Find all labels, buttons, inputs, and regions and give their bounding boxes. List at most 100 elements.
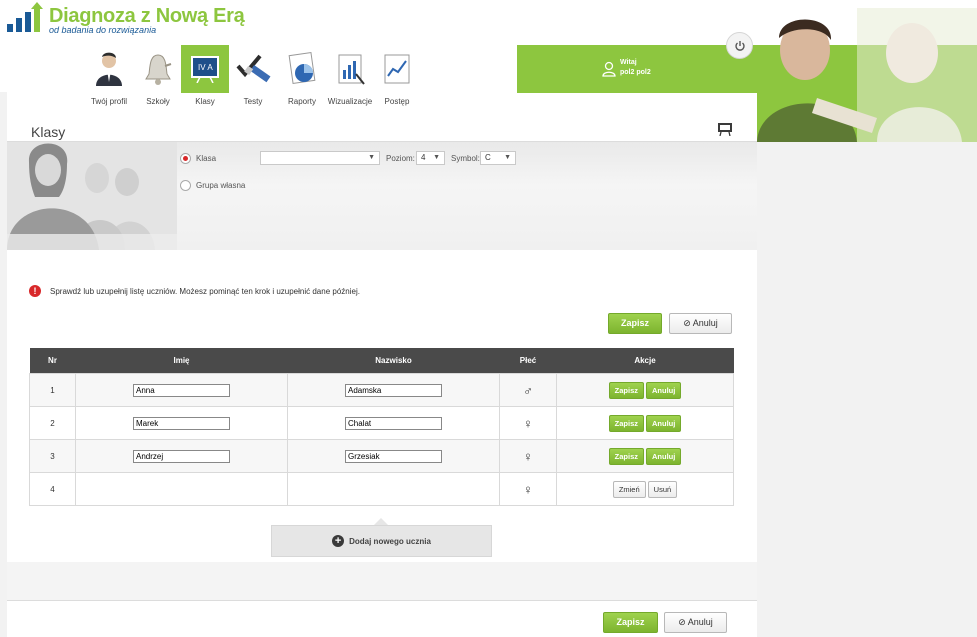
save-button-bottom[interactable]: Zapisz	[603, 612, 658, 633]
row-number: 3	[29, 439, 76, 473]
nav-item-profile[interactable]: Twój profil	[85, 45, 133, 113]
last-name-input[interactable]	[345, 416, 442, 430]
nav-label: Klasy	[195, 97, 215, 106]
gender-female-icon: ♀	[499, 472, 557, 506]
row-number: 4	[29, 472, 76, 506]
column-header-first-name: Imię	[75, 348, 288, 374]
plus-icon: +	[332, 535, 345, 547]
filter-panel: Klasa Grupa własna ▼ Poziom: 4 ▼ Symbol:…	[7, 142, 757, 250]
cancel-label: Anuluj	[687, 617, 713, 627]
gender-male-icon[interactable]: ♂	[499, 373, 557, 407]
welcome-greeting: Witaj	[620, 59, 637, 66]
welcome-username: pol2 pol2	[620, 69, 651, 76]
level-select-value: 4	[421, 153, 426, 162]
page-title: Klasy	[31, 124, 66, 140]
gender-female-icon[interactable]: ♀	[499, 406, 557, 440]
power-icon	[734, 40, 745, 51]
radio-custom-group[interactable]	[180, 180, 191, 191]
row-number: 1	[29, 373, 76, 407]
last-name-cell	[287, 406, 500, 440]
actions-cell: Zmień Usuń	[556, 472, 734, 506]
symbol-select[interactable]: C ▼	[480, 151, 516, 165]
header-photo	[757, 8, 977, 142]
table-row: 2 ♀ ZapiszAnuluj	[29, 406, 734, 440]
chevron-down-icon: ▼	[433, 154, 440, 161]
last-name-cell	[287, 472, 500, 506]
table-row: 4 ♀ Zmień Usuń	[29, 472, 734, 506]
nav-label: Twój profil	[90, 97, 127, 106]
user-icon	[602, 61, 616, 77]
welcome-label: Witaj pol2 pol2	[620, 58, 651, 78]
level-select[interactable]: 4 ▼	[416, 151, 445, 165]
row-delete-button[interactable]: Usuń	[647, 480, 678, 498]
nav-item-visualizations[interactable]: Wizualizacje	[326, 45, 374, 113]
row-number: 2	[29, 406, 76, 440]
report-pie-icon	[288, 52, 316, 84]
alert-icon: !	[29, 285, 41, 297]
radio-custom-group-label: Grupa własna	[196, 181, 246, 190]
svg-text:IV A: IV A	[198, 63, 213, 72]
last-name-cell	[287, 373, 500, 407]
cancel-label: Anuluj	[692, 318, 718, 328]
first-name-input[interactable]	[133, 383, 230, 397]
symbol-select-value: C	[485, 153, 491, 162]
app-subtitle: od badania do rozwiązania	[49, 25, 157, 35]
class-select[interactable]: ▼	[260, 151, 380, 165]
nav-item-schools[interactable]: Szkoły	[134, 45, 182, 113]
row-cancel-button[interactable]: Anuluj	[646, 414, 682, 432]
row-change-button[interactable]: Zmień	[612, 480, 646, 498]
nav-label: Szkoły	[146, 97, 170, 106]
visualization-icon	[338, 54, 365, 85]
first-name-input[interactable]	[133, 416, 230, 430]
first-name-cell	[75, 406, 288, 440]
row-cancel-button[interactable]: Anuluj	[646, 447, 682, 465]
user-profile-icon	[96, 52, 122, 86]
chevron-down-icon: ▼	[368, 154, 375, 161]
row-save-button[interactable]: Zapisz	[608, 447, 644, 465]
info-message: Sprawdź lub uzupełnij listę uczniów. Moż…	[50, 287, 360, 296]
last-name-input[interactable]	[345, 449, 442, 463]
classroom-illustration	[7, 142, 177, 250]
column-header-gender: Płeć	[499, 348, 557, 374]
add-student-button[interactable]: + Dodaj nowego ucznia	[271, 525, 492, 557]
first-name-cell	[75, 439, 288, 473]
cancel-button-top[interactable]: ⊘ Anuluj	[669, 313, 732, 334]
add-student-label: Dodaj nowego ucznia	[349, 536, 431, 546]
chevron-down-icon: ▼	[504, 154, 511, 161]
nav-item-reports[interactable]: Raporty	[278, 45, 326, 113]
nav-label: Testy	[243, 97, 263, 106]
nav-item-progress[interactable]: Postęp	[373, 45, 421, 113]
logout-button[interactable]	[726, 32, 753, 59]
first-name-cell	[75, 373, 288, 407]
row-save-button[interactable]: Zapisz	[608, 381, 644, 399]
save-button-top[interactable]: Zapisz	[608, 313, 662, 334]
first-name-input[interactable]	[133, 449, 230, 463]
column-header-actions: Akcje	[556, 348, 734, 374]
cancel-button-bottom[interactable]: ⊘ Anuluj	[664, 612, 727, 633]
column-header-last-name: Nazwisko	[287, 348, 500, 374]
actions-cell: Zapisz Anuluj	[556, 373, 734, 407]
last-name-input[interactable]	[345, 383, 442, 397]
table-header-row: Nr Imię Nazwisko Płeć Akcje	[29, 348, 734, 374]
gender-female-icon[interactable]: ♀	[499, 439, 557, 473]
cancel-icon: ⊘	[678, 617, 686, 627]
actions-cell: Zapisz Anuluj	[556, 406, 734, 440]
radio-class[interactable]	[180, 153, 191, 164]
nav-item-tests[interactable]: Testy	[229, 45, 277, 113]
nav-label: Wizualizacje	[327, 97, 373, 106]
whiteboard-icon[interactable]	[717, 122, 733, 136]
last-name-cell	[287, 439, 500, 473]
nav-label: Raporty	[287, 97, 316, 106]
column-header-nr: Nr	[29, 348, 76, 374]
class-board-icon: IV A	[191, 56, 219, 83]
level-label: Poziom:	[386, 154, 415, 163]
actions-cell: Zapisz Anuluj	[556, 439, 734, 473]
first-name-cell	[75, 472, 288, 506]
left-margin	[0, 92, 7, 637]
bell-icon	[145, 54, 172, 85]
table-row: 3 ♀ ZapiszAnuluj	[29, 439, 734, 473]
row-cancel-button[interactable]: Anuluj	[646, 381, 682, 399]
row-save-button[interactable]: Zapisz	[608, 414, 644, 432]
nav-item-classes[interactable]: IV A Klasy	[181, 45, 229, 113]
radio-class-label: Klasa	[196, 154, 217, 163]
